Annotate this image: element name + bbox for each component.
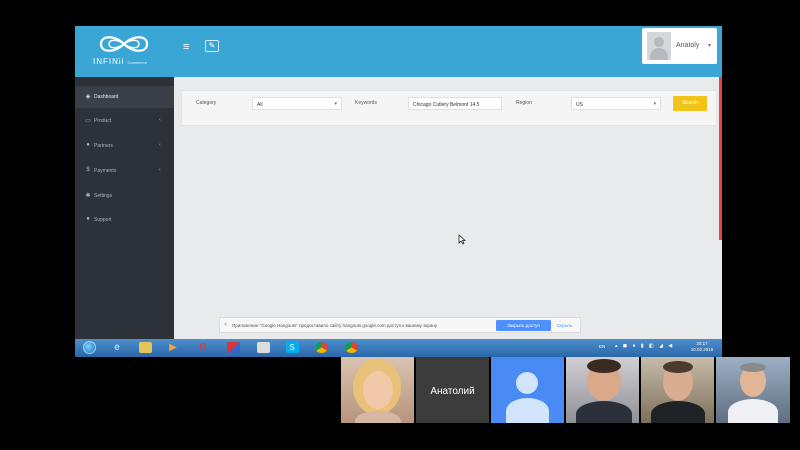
chrome-icon[interactable]	[341, 340, 361, 356]
language-indicator[interactable]: EN	[599, 344, 605, 349]
chevron-left-icon: ‹	[159, 117, 161, 123]
participant-tile[interactable]	[566, 357, 639, 423]
dollar-icon: $	[86, 167, 90, 173]
close-icon[interactable]: ×	[224, 322, 227, 328]
hide-notice-link[interactable]: Скрыть	[557, 323, 572, 328]
infinity-logo-icon	[99, 36, 149, 52]
participant-tile[interactable]	[341, 357, 414, 423]
logo-text: INFINii Commerce	[93, 57, 148, 66]
participant-tile[interactable]	[491, 357, 564, 423]
sidebar-item-product[interactable]: ▭ Product ‹	[75, 110, 174, 132]
gear-icon: ✱	[85, 193, 91, 199]
scroll-indicator	[719, 77, 722, 240]
help-icon: ●	[86, 216, 90, 222]
menu-toggle-icon[interactable]: ≡	[183, 42, 193, 53]
skype-icon[interactable]: S	[282, 340, 302, 356]
stop-sharing-button[interactable]: Закрыть доступ	[496, 320, 551, 331]
avatar	[647, 32, 671, 60]
windows-taskbar: e ▶ O S EN ▴ ◼ ● ▮ ◧ ◢ ◀ 20:17 10.02.201…	[75, 339, 722, 357]
participant-tile[interactable]	[716, 357, 790, 423]
category-value: All	[257, 102, 263, 108]
system-tray: EN ▴ ◼ ● ▮ ◧ ◢ ◀ 20:17 10.02.2016	[595, 341, 720, 355]
participant-name: Анатолий	[430, 386, 475, 397]
app-icon[interactable]	[223, 340, 243, 356]
clock[interactable]: 20:17 10.02.2016	[687, 341, 717, 353]
region-select[interactable]: US ▾	[571, 97, 661, 110]
monitor-icon: ▭	[85, 118, 91, 124]
user-menu[interactable]: Anatoly ▾	[642, 28, 717, 64]
sidebar-item-dashboard[interactable]: ◈ Dashboard	[75, 86, 174, 108]
dashboard-icon: ◈	[85, 94, 91, 100]
tray-icons[interactable]: ▴ ◼ ● ▮ ◧ ◢ ◀	[615, 343, 674, 349]
sidebar-item-partners[interactable]: ● Partners ‹	[75, 135, 174, 157]
notepad-icon[interactable]	[253, 340, 273, 356]
default-avatar-icon	[516, 372, 538, 394]
internet-explorer-icon[interactable]: e	[107, 340, 127, 356]
search-button[interactable]: Search	[673, 96, 707, 111]
sidebar-item-support[interactable]: ● Support	[75, 209, 174, 231]
sidebar-item-label: Payments	[94, 168, 117, 174]
filter-bar: Category All ▾ Keywords Chicago Cutlery …	[181, 90, 717, 126]
chevron-down-icon: ▾	[334, 101, 337, 107]
keywords-label: Keywords	[355, 100, 377, 106]
shared-screen: INFINii Commerce ≡ ✎ Anatoly ▾ ◈ Dashboar…	[75, 26, 722, 357]
participant-tile[interactable]: Анатолий	[416, 357, 489, 423]
media-player-icon[interactable]: ▶	[163, 340, 183, 356]
region-label: Region	[516, 100, 532, 106]
sidebar: ◈ Dashboard ▭ Product ‹ ● Partners ‹ $ P…	[75, 77, 174, 339]
file-explorer-icon[interactable]	[135, 340, 155, 356]
user-icon: ●	[86, 142, 90, 148]
region-value: US	[576, 102, 583, 108]
sidebar-item-label: Settings	[94, 193, 113, 199]
keywords-value: Chicago Cutlery Belmont 14.5	[413, 102, 480, 108]
app-header: INFINii Commerce ≡ ✎ Anatoly ▾	[75, 26, 722, 77]
chevron-down-icon: ▾	[653, 101, 656, 107]
clock-date: 10.02.2016	[690, 347, 714, 352]
sidebar-item-label: Product	[94, 118, 112, 124]
chrome-icon[interactable]	[311, 340, 331, 356]
screen-share-notice: × Приложение "Google Hangouts" предостав…	[219, 317, 581, 333]
video-call-window: INFINii Commerce ≡ ✎ Anatoly ▾ ◈ Dashboar…	[0, 0, 800, 450]
mouse-cursor-icon	[458, 234, 466, 245]
sidebar-item-payments[interactable]: $ Payments ‹	[75, 160, 174, 182]
category-label: Category	[196, 100, 217, 106]
category-select[interactable]: All ▾	[252, 97, 342, 110]
chevron-left-icon: ‹	[159, 167, 161, 173]
notice-text: Приложение "Google Hangouts" предоставил…	[232, 323, 438, 328]
participant-strip: Анатолий	[341, 357, 790, 423]
chevron-down-icon: ▾	[708, 43, 712, 49]
windows-start-icon[interactable]	[79, 340, 99, 356]
keywords-input[interactable]: Chicago Cutlery Belmont 14.5	[408, 97, 502, 110]
app-logo[interactable]: INFINii Commerce	[75, 26, 174, 77]
user-name: Anatoly	[676, 42, 700, 49]
edit-icon[interactable]: ✎	[205, 40, 219, 52]
opera-icon[interactable]: O	[193, 340, 213, 356]
sidebar-item-label: Support	[94, 217, 112, 223]
sidebar-item-settings[interactable]: ✱ Settings	[75, 185, 174, 207]
participant-tile[interactable]	[641, 357, 714, 423]
sidebar-item-label: Partners	[94, 143, 113, 149]
sidebar-item-label: Dashboard	[94, 94, 119, 100]
chevron-left-icon: ‹	[159, 142, 161, 148]
